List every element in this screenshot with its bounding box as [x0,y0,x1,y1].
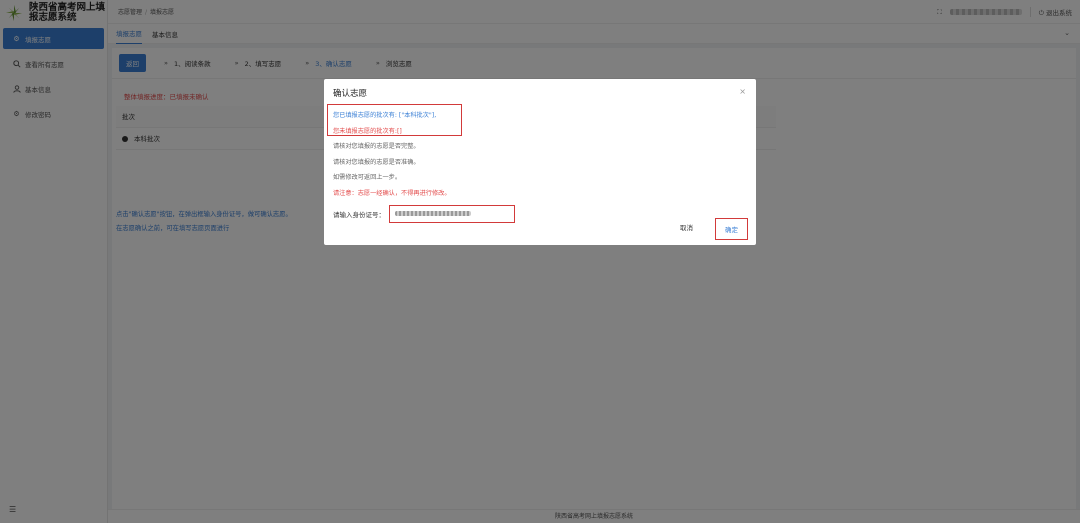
instruction-line: 请核对您填报的志愿是否准确。 [333,158,420,166]
confirm-button[interactable]: 确定 [715,218,748,240]
id-number-input[interactable] [389,204,515,223]
unfilled-batches-text: 您未填报志愿的批次有:[] [333,127,402,135]
instruction-line: 请核对您填报的志愿是否完整。 [333,143,420,151]
id-value-blurred [395,211,471,217]
dialog-body: 您已填报志愿的批次有: ["本科批次"], 您未填报志愿的批次有:[] 请核对您… [333,108,743,223]
close-icon[interactable]: × [739,87,746,96]
confirm-dialog: 确认志愿 × 您已填报志愿的批次有: ["本科批次"], 您未填报志愿的批次有:… [324,79,756,245]
instruction-line: 如需修改可返回上一步。 [333,174,402,182]
id-label: 请输入身份证号： [333,210,385,219]
cancel-button[interactable]: 取消 [680,222,693,232]
dialog-title: 确认志愿 [333,89,368,99]
warning-line: 请注意：志愿一经确认，不得再进行修改。 [333,189,451,197]
filled-batches-text: 您已填报志愿的批次有: ["本科批次"], [333,112,437,119]
id-row: 请输入身份证号： [333,204,743,223]
